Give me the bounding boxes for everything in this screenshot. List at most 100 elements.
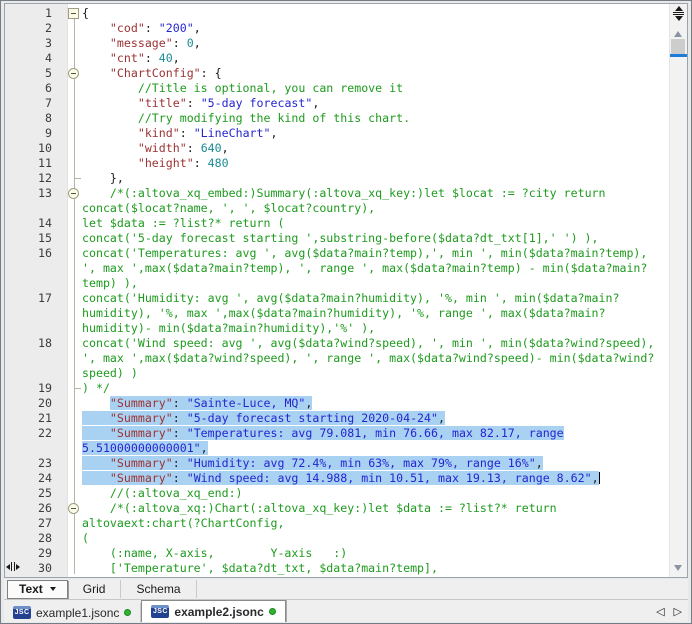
code-token: : bbox=[173, 411, 187, 425]
code-line[interactable]: 8 //Try modifying the kind of this chart… bbox=[5, 111, 670, 126]
code-token: : bbox=[145, 51, 159, 65]
code-line[interactable]: 30 ['Temperature', $data?dt_txt, $data?m… bbox=[5, 561, 670, 576]
code-token: concat('Humidity: avg ', avg($data?main?… bbox=[82, 291, 619, 305]
code-token: "Summary" bbox=[110, 411, 173, 425]
code-line[interactable]: 25 //(:altova_xq_end:) bbox=[5, 486, 670, 501]
code-line[interactable]: 7 "title": "5-day forecast", bbox=[5, 96, 670, 111]
code-token: ', max ',max($data?main?temp), ', range … bbox=[82, 261, 647, 275]
view-tab-grid[interactable]: Grid bbox=[68, 580, 122, 598]
code-line[interactable]: 23 "Summary": "Humidity: avg 72.4%, min … bbox=[5, 456, 670, 471]
split-view-handle-icon[interactable] bbox=[673, 6, 684, 24]
horizontal-split-handle-icon[interactable] bbox=[6, 561, 20, 572]
code-line[interactable]: 5 "ChartConfig": { bbox=[5, 66, 670, 81]
code-token: ['Temperature', $data?dt_txt, $data?main… bbox=[110, 561, 438, 575]
file-tab-label: example1.jsonc bbox=[36, 606, 119, 620]
code-line[interactable]: 10 "width": 640, bbox=[5, 141, 670, 156]
code-line[interactable]: 27altovaext:chart(?ChartConfig, bbox=[5, 516, 670, 531]
tab-scroll-left-icon[interactable]: ◁ bbox=[656, 605, 664, 618]
code-line[interactable]: temp) ), bbox=[5, 276, 670, 291]
fold-collapse-icon[interactable] bbox=[68, 503, 79, 514]
code-token bbox=[82, 471, 110, 485]
code-line[interactable]: 21 "Summary": "5-day forecast starting 2… bbox=[5, 411, 670, 426]
scroll-down-icon[interactable] bbox=[674, 565, 682, 571]
fold-collapse-icon[interactable] bbox=[68, 8, 79, 19]
code-line[interactable]: 14let $data := ?list?* return ( bbox=[5, 216, 670, 231]
code-token: concat($locat?name, ', ', $locat?country… bbox=[82, 201, 375, 215]
line-number: 3 bbox=[5, 36, 52, 51]
text-selection: "Summary": "Temperatures: avg 79.081, mi… bbox=[82, 426, 564, 440]
code-line[interactable]: 26 /*(:altova_xq:)Chart(:altova_xq_key:)… bbox=[5, 501, 670, 516]
code-line[interactable]: humidity)- min($data?main?humidity),'%' … bbox=[5, 321, 670, 336]
code-line[interactable]: ', max ',max($data?main?temp), ', range … bbox=[5, 261, 670, 276]
code-line[interactable]: 19) */ bbox=[5, 381, 670, 396]
code-line[interactable]: speed) ) bbox=[5, 366, 670, 381]
code-token: ( bbox=[82, 531, 89, 545]
code-token: "Wind speed: avg 14.988, min 10.51, max … bbox=[187, 471, 592, 485]
code-token: ', max ',max($data?wind?speed), ', range… bbox=[82, 351, 654, 365]
code-line[interactable]: 11 "height": 480 bbox=[5, 156, 670, 171]
code-token bbox=[82, 96, 138, 110]
line-number: 17 bbox=[5, 291, 52, 306]
code-token bbox=[82, 111, 138, 125]
line-number: 26 bbox=[5, 501, 52, 516]
line-number: 8 bbox=[5, 111, 52, 126]
code-line[interactable]: 22 "Summary": "Temperatures: avg 79.081,… bbox=[5, 426, 670, 441]
code-area[interactable]: 1{2 "cod": "200",3 "message": 0,4 "cnt":… bbox=[5, 6, 670, 576]
code-token: "height" bbox=[138, 156, 194, 170]
code-token: "Humidity: avg 72.4%, min 63%, max 79%, … bbox=[187, 456, 536, 470]
text-view-pane[interactable]: 1{2 "cod": "200",3 "message": 0,4 "cnt":… bbox=[4, 3, 688, 578]
code-token: "Sainte-Luce, MQ" bbox=[187, 396, 306, 410]
fold-collapse-icon[interactable] bbox=[68, 68, 79, 79]
code-line[interactable]: 6 //Title is optional, you can remove it bbox=[5, 81, 670, 96]
text-selection: "Summary": "5-day forecast starting 2020… bbox=[82, 411, 445, 425]
code-line[interactable]: 2 "cod": "200", bbox=[5, 21, 670, 36]
tab-scroll-right-icon[interactable]: ▷ bbox=[674, 605, 682, 618]
code-token: , bbox=[592, 471, 599, 485]
code-line[interactable]: concat($locat?name, ', ', $locat?country… bbox=[5, 201, 670, 216]
file-tab-example1-jsonc[interactable]: JSCexample1.jsonc bbox=[4, 603, 141, 622]
code-token: , bbox=[270, 126, 277, 140]
code-token: "200" bbox=[159, 21, 194, 35]
code-token: "Temperatures: avg 79.081, min 76.66, ma… bbox=[187, 426, 564, 440]
code-line[interactable]: 13 /*(:altova_xq_embed:)Summary(:altova_… bbox=[5, 186, 670, 201]
code-line[interactable]: 20 "Summary": "Sainte-Luce, MQ", bbox=[5, 396, 670, 411]
line-number: 21 bbox=[5, 411, 52, 426]
line-number: 19 bbox=[5, 381, 52, 396]
code-line[interactable]: 15concat('5-day forecast starting ',subs… bbox=[5, 231, 670, 246]
code-token: "5-day forecast" bbox=[201, 96, 313, 110]
scroll-up-icon[interactable] bbox=[674, 31, 682, 37]
code-line[interactable]: 3 "message": 0, bbox=[5, 36, 670, 51]
editor-window: 1{2 "cod": "200",3 "message": 0,4 "cnt":… bbox=[0, 0, 692, 624]
vertical-scrollbar[interactable] bbox=[669, 4, 687, 577]
code-token: speed) ) bbox=[82, 366, 138, 380]
line-number: 23 bbox=[5, 456, 52, 471]
chevron-down-icon[interactable] bbox=[50, 587, 56, 591]
code-token: , bbox=[173, 51, 180, 65]
code-line[interactable]: 16concat('Temperatures: avg ', avg($data… bbox=[5, 246, 670, 261]
code-line[interactable]: 4 "cnt": 40, bbox=[5, 51, 670, 66]
fold-collapse-icon[interactable] bbox=[68, 188, 79, 199]
code-line[interactable]: 9 "kind": "LineChart", bbox=[5, 126, 670, 141]
line-number: 7 bbox=[5, 96, 52, 111]
code-token: : bbox=[180, 126, 194, 140]
code-line[interactable]: 12 }, bbox=[5, 171, 670, 186]
code-line[interactable]: 1{ bbox=[5, 6, 670, 21]
code-line[interactable]: 29 (:name, X-axis, Y-axis :) bbox=[5, 546, 670, 561]
file-tab-example2-jsonc[interactable]: JSCexample2.jsonc bbox=[141, 600, 285, 622]
view-tab-text[interactable]: Text bbox=[7, 580, 68, 599]
code-line[interactable]: 24 "Summary": "Wind speed: avg 14.988, m… bbox=[5, 471, 670, 486]
code-line[interactable]: 28( bbox=[5, 531, 670, 546]
code-line[interactable]: 17 concat('Humidity: avg ', avg($data?mai… bbox=[5, 291, 670, 306]
code-line[interactable]: 18concat('Wind speed: avg ', avg($data?w… bbox=[5, 336, 670, 351]
view-tab-label: Grid bbox=[83, 582, 106, 596]
code-token: }, bbox=[110, 171, 124, 185]
code-token: : bbox=[173, 396, 187, 410]
code-token bbox=[82, 36, 110, 50]
code-line[interactable]: ', max ',max($data?wind?speed), ', range… bbox=[5, 351, 670, 366]
view-tab-schema[interactable]: Schema bbox=[121, 580, 196, 598]
line-number: 15 bbox=[5, 231, 52, 246]
code-token: , bbox=[438, 411, 445, 425]
fold-end-tick bbox=[75, 178, 81, 179]
code-line[interactable]: humidity), '%, max ',max($data?main?humi… bbox=[5, 306, 670, 321]
code-line[interactable]: 5.51000000000001", bbox=[5, 441, 670, 456]
